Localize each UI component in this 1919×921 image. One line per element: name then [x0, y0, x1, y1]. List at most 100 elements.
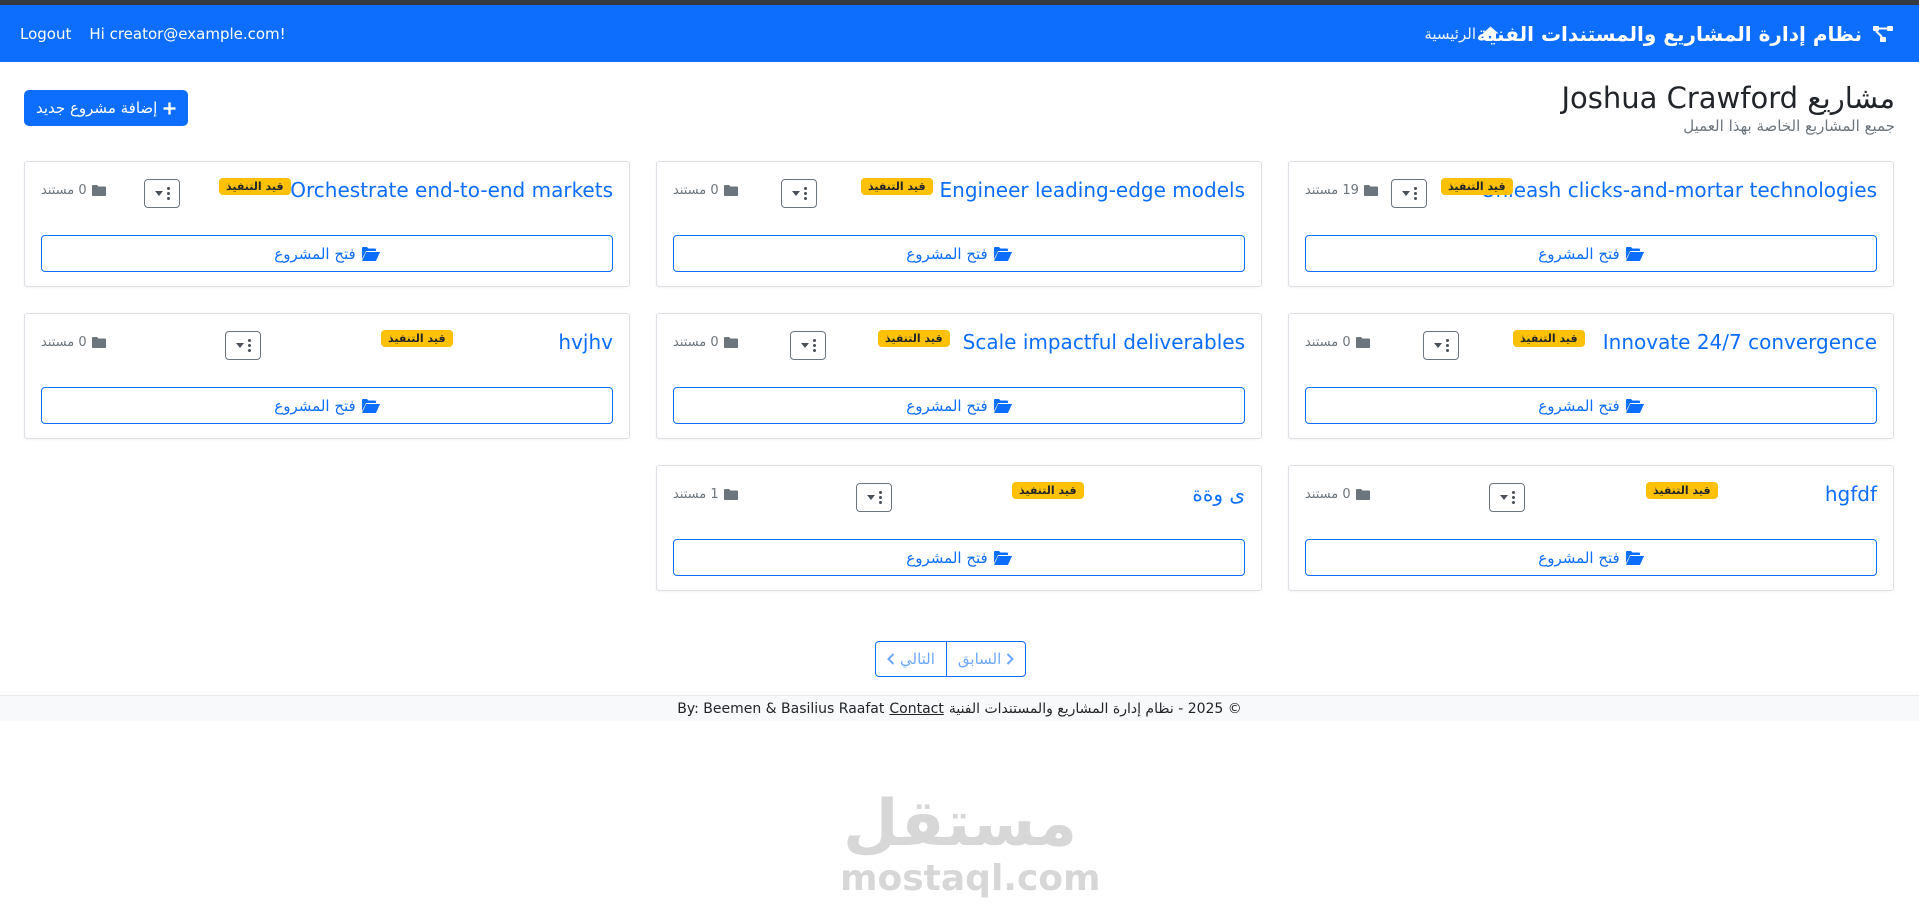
- ellipsis-vertical-icon: [812, 339, 816, 352]
- project-card: Orchestrate end-to-end markets قيد التنف…: [24, 161, 630, 287]
- project-actions-dropdown[interactable]: [225, 331, 261, 360]
- document-count-label: 1 مستند: [673, 487, 719, 502]
- project-card: hvjhv قيد التنفيذ 0 مستند فتح المشروع: [24, 313, 630, 439]
- open-project-label: فتح المشروع: [906, 396, 988, 415]
- open-project-button[interactable]: فتح المشروع: [673, 539, 1245, 576]
- document-count-label: 19 مستند: [1305, 183, 1359, 198]
- footer-credits: By: Beemen & Basilius Raafat: [677, 700, 885, 717]
- project-card: Unleash clicks-and-mortar technologies ق…: [1288, 161, 1894, 287]
- navbar-brand[interactable]: نظام إدارة المشاريع والمستندات الفنية: [1477, 5, 1894, 62]
- folder-icon: [91, 337, 106, 348]
- open-project-label: فتح المشروع: [274, 244, 356, 263]
- document-count-label: 0 مستند: [41, 183, 87, 198]
- project-title-link[interactable]: Orchestrate end-to-end markets: [290, 178, 613, 202]
- status-badge: قيد التنفيذ: [219, 178, 291, 195]
- ellipsis-vertical-icon: [1413, 187, 1417, 200]
- brand-title: نظام إدارة المشاريع والمستندات الفنية: [1476, 21, 1862, 46]
- pagination-next-label: التالي: [900, 650, 935, 668]
- project-card: Scale impactful deliverables قيد التنفيذ…: [656, 313, 1262, 439]
- project-title-link[interactable]: Engineer leading-edge models: [940, 178, 1245, 202]
- folder-open-icon: [993, 398, 1012, 413]
- open-project-button[interactable]: فتح المشروع: [673, 387, 1245, 424]
- project-actions-dropdown[interactable]: [856, 483, 892, 512]
- pagination: التالي السابق: [875, 641, 1027, 677]
- document-count-label: 0 مستند: [1305, 487, 1351, 502]
- home-label: الرئيسية: [1424, 24, 1476, 43]
- folder-open-icon: [1625, 398, 1644, 413]
- project-title-link[interactable]: Scale impactful deliverables: [963, 330, 1245, 354]
- project-title-link[interactable]: hgfdf: [1825, 482, 1877, 506]
- open-project-button[interactable]: فتح المشروع: [1305, 539, 1877, 576]
- caret-down-icon: [235, 343, 244, 348]
- page-title: مشاريع Joshua Crawford: [1561, 81, 1895, 115]
- plus-icon: [163, 102, 176, 115]
- document-count: 0 مستند: [1305, 335, 1370, 350]
- caret-down-icon: [1433, 343, 1442, 348]
- document-count: 0 مستند: [673, 335, 738, 350]
- project-title-link[interactable]: hvjhv: [558, 330, 613, 354]
- pagination-prev-button[interactable]: السابق: [945, 641, 1027, 677]
- ellipsis-vertical-icon: [1445, 339, 1449, 352]
- add-project-label: إضافة مشروع جديد: [36, 99, 158, 117]
- ellipsis-vertical-icon: [803, 187, 807, 200]
- watermark-arabic: مستقل: [842, 787, 1078, 861]
- status-badge: قيد التنفيذ: [1441, 178, 1513, 195]
- caret-down-icon: [154, 191, 163, 196]
- project-title-link[interactable]: Innovate 24/7 convergence: [1603, 330, 1877, 354]
- project-card: ى وةة قيد التنفيذ 1 مستند فتح المشروع: [656, 465, 1262, 591]
- folder-open-icon: [1625, 246, 1644, 261]
- folder-open-icon: [361, 246, 380, 261]
- page-heading: مشاريع Joshua Crawford جميع المشاريع الخ…: [1561, 80, 1895, 135]
- folder-icon: [723, 337, 738, 348]
- mostaql-watermark: مستقل mostaql.com: [840, 787, 1101, 899]
- project-actions-dropdown[interactable]: [1423, 331, 1459, 360]
- project-actions-dropdown[interactable]: [1489, 483, 1525, 512]
- folder-icon: [1355, 489, 1370, 500]
- document-count: 0 مستند: [41, 183, 106, 198]
- open-project-label: فتح المشروع: [1538, 396, 1620, 415]
- caret-down-icon: [866, 495, 875, 500]
- footer-copyright: © 2025 - نظام إدارة المشاريع والمستندات …: [948, 700, 1242, 717]
- top-navbar: نظام إدارة المشاريع والمستندات الفنية ال…: [0, 5, 1919, 62]
- project-actions-dropdown[interactable]: [1391, 179, 1427, 208]
- folder-open-icon: [993, 550, 1012, 565]
- document-count: 0 مستند: [1305, 487, 1370, 502]
- page-subtitle: جميع المشاريع الخاصة بهذا العميل: [1683, 117, 1895, 135]
- open-project-button[interactable]: فتح المشروع: [41, 387, 613, 424]
- document-count: 0 مستند: [41, 335, 106, 350]
- project-title-link[interactable]: ى وةة: [1192, 482, 1245, 506]
- user-greeting: Hi creator@example.com!: [89, 24, 286, 43]
- folder-icon: [1355, 337, 1370, 348]
- open-project-label: فتح المشروع: [906, 548, 988, 567]
- open-project-button[interactable]: فتح المشروع: [673, 235, 1245, 272]
- status-badge: قيد التنفيذ: [1012, 482, 1084, 499]
- caret-down-icon: [1401, 191, 1410, 196]
- caret-down-icon: [1499, 495, 1508, 500]
- project-actions-dropdown[interactable]: [790, 331, 826, 360]
- folder-icon: [91, 185, 106, 196]
- open-project-button[interactable]: فتح المشروع: [1305, 235, 1877, 272]
- open-project-button[interactable]: فتح المشروع: [41, 235, 613, 272]
- logout-link[interactable]: Logout: [20, 25, 71, 43]
- status-badge: قيد التنفيذ: [1513, 330, 1585, 347]
- status-badge: قيد التنفيذ: [861, 178, 933, 195]
- folder-icon: [1363, 185, 1378, 196]
- status-badge: قيد التنفيذ: [1646, 482, 1718, 499]
- watermark-latin: mostaql.com: [840, 858, 1101, 899]
- status-badge: قيد التنفيذ: [381, 330, 453, 347]
- open-project-button[interactable]: فتح المشروع: [1305, 387, 1877, 424]
- project-actions-dropdown[interactable]: [144, 179, 180, 208]
- project-title-link[interactable]: Unleash clicks-and-mortar technologies: [1481, 178, 1877, 202]
- nav-home-link[interactable]: الرئيسية: [1424, 5, 1499, 62]
- home-icon: [1482, 26, 1499, 41]
- document-count-label: 0 مستند: [1305, 335, 1351, 350]
- project-actions-dropdown[interactable]: [781, 179, 817, 208]
- open-project-label: فتح المشروع: [274, 396, 356, 415]
- document-count-label: 0 مستند: [673, 183, 719, 198]
- add-project-button[interactable]: إضافة مشروع جديد: [24, 90, 189, 126]
- pagination-prev-label: السابق: [957, 650, 1002, 668]
- caret-down-icon: [800, 343, 809, 348]
- footer-contact-link[interactable]: Contact: [889, 701, 943, 717]
- pagination-next-button[interactable]: التالي: [875, 641, 947, 677]
- folder-icon: [723, 489, 738, 500]
